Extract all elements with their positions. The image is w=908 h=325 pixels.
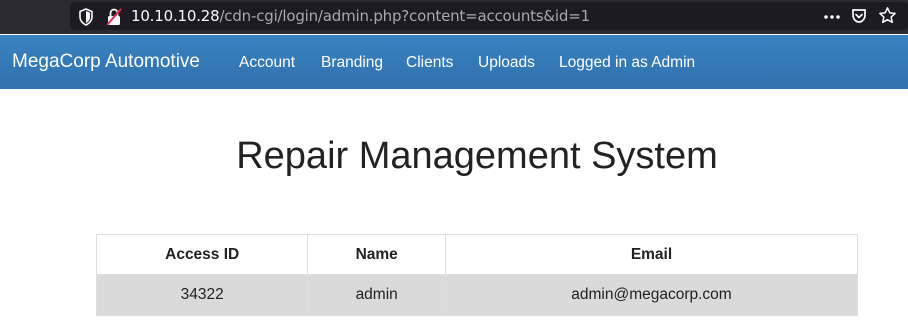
browser-toolbar: 10.10.10.28/cdn-cgi/login/admin.php?cont…	[0, 0, 908, 34]
cell-name: admin	[307, 274, 446, 316]
column-header-name: Name	[307, 234, 446, 275]
insecure-lock-icon[interactable]	[106, 8, 122, 26]
pocket-icon[interactable]	[851, 7, 867, 25]
url-path: /cdn-cgi/login/admin.php?content=account…	[219, 7, 590, 25]
cell-email: admin@megacorp.com	[444, 274, 859, 316]
nav-item-branding[interactable]: Branding	[321, 54, 383, 72]
site-navbar: MegaCorp Automotive Account Branding Cli…	[0, 35, 908, 89]
nav-item-logged-in-user[interactable]: Logged in as Admin	[559, 54, 695, 72]
url-text[interactable]: 10.10.10.28/cdn-cgi/login/admin.php?cont…	[131, 7, 590, 25]
page-title: Repair Management System	[236, 135, 718, 177]
nav-item-account[interactable]: Account	[239, 54, 295, 72]
column-header-email: Email	[444, 234, 859, 275]
url-host: 10.10.10.28	[131, 7, 220, 25]
column-header-access-id: Access ID	[95, 234, 309, 275]
table-row: 34322 admin admin@megacorp.com	[95, 274, 859, 316]
bookmark-star-icon[interactable]	[878, 6, 897, 25]
nav-item-clients[interactable]: Clients	[406, 54, 453, 72]
more-actions-icon[interactable]	[823, 9, 841, 25]
accounts-table: Access ID Name Email 34322 admin admin@m…	[95, 234, 859, 316]
table-header-row: Access ID Name Email	[95, 234, 859, 275]
nav-item-uploads[interactable]: Uploads	[478, 54, 535, 72]
cell-access-id: 34322	[95, 274, 309, 316]
shield-icon[interactable]	[78, 8, 94, 26]
brand-link[interactable]: MegaCorp Automotive	[12, 51, 200, 73]
